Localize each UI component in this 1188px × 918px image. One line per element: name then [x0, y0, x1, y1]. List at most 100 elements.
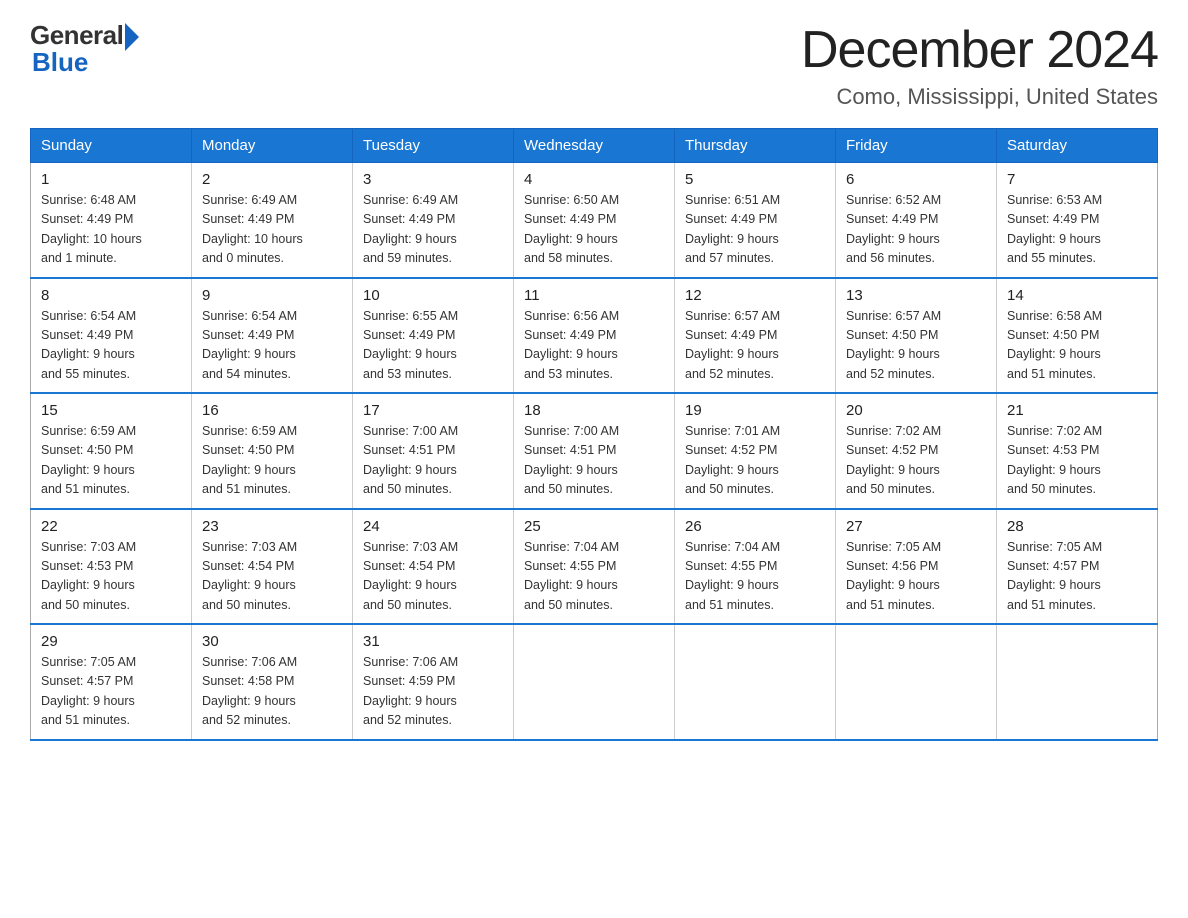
calendar-table: SundayMondayTuesdayWednesdayThursdayFrid… [30, 128, 1158, 741]
day-info: Sunrise: 6:59 AM Sunset: 4:50 PM Dayligh… [41, 422, 181, 500]
day-number: 27 [846, 518, 986, 535]
day-number: 7 [1007, 171, 1147, 188]
day-number: 23 [202, 518, 342, 535]
day-number: 31 [363, 633, 503, 650]
calendar-cell [836, 624, 997, 740]
calendar-cell: 4Sunrise: 6:50 AM Sunset: 4:49 PM Daylig… [514, 163, 675, 278]
calendar-cell: 22 Sunrise: 7:03 AM Sunset: 4:53 PM Dayli… [31, 509, 192, 625]
day-number: 25 [524, 518, 664, 535]
day-info: Sunrise: 6:49 AM Sunset: 4:49 PM Dayligh… [363, 191, 503, 269]
day-number: 9 [202, 287, 342, 304]
page-header: General Blue December 2024 Como, Mississ… [30, 20, 1158, 110]
calendar-cell: 24Sunrise: 7:03 AM Sunset: 4:54 PM Dayli… [353, 509, 514, 625]
day-number: 26 [685, 518, 825, 535]
calendar-cell [675, 624, 836, 740]
day-info: Sunrise: 7:05 AM Sunset: 4:57 PM Dayligh… [1007, 538, 1147, 616]
calendar-cell: 17 Sunrise: 7:00 AM Sunset: 4:51 PM Dayli… [353, 393, 514, 509]
day-info: Sunrise: 6:53 AM Sunset: 4:49 PM Dayligh… [1007, 191, 1147, 269]
calendar-week-row: 1Sunrise: 6:48 AM Sunset: 4:49 PM Daylig… [31, 163, 1158, 278]
day-info: Sunrise: 6:51 AM Sunset: 4:49 PM Dayligh… [685, 191, 825, 269]
calendar-cell: 6 Sunrise: 6:52 AM Sunset: 4:49 PM Daylig… [836, 163, 997, 278]
day-number: 2 [202, 171, 342, 188]
calendar-cell: 19 Sunrise: 7:01 AM Sunset: 4:52 PM Dayli… [675, 393, 836, 509]
calendar-cell: 30 Sunrise: 7:06 AM Sunset: 4:58 PM Dayli… [192, 624, 353, 740]
calendar-week-row: 22 Sunrise: 7:03 AM Sunset: 4:53 PM Dayli… [31, 509, 1158, 625]
day-info: Sunrise: 7:05 AM Sunset: 4:56 PM Dayligh… [846, 538, 986, 616]
day-number: 30 [202, 633, 342, 650]
calendar-cell: 3 Sunrise: 6:49 AM Sunset: 4:49 PM Daylig… [353, 163, 514, 278]
logo-blue-text: Blue [32, 47, 88, 78]
day-number: 13 [846, 287, 986, 304]
day-number: 6 [846, 171, 986, 188]
day-number: 19 [685, 402, 825, 419]
day-number: 21 [1007, 402, 1147, 419]
weekday-header-tuesday: Tuesday [353, 129, 514, 163]
day-info: Sunrise: 7:02 AM Sunset: 4:53 PM Dayligh… [1007, 422, 1147, 500]
day-info: Sunrise: 7:04 AM Sunset: 4:55 PM Dayligh… [524, 538, 664, 616]
month-title: December 2024 [801, 20, 1158, 80]
calendar-cell: 27 Sunrise: 7:05 AM Sunset: 4:56 PM Dayli… [836, 509, 997, 625]
day-number: 12 [685, 287, 825, 304]
day-info: Sunrise: 6:57 AM Sunset: 4:50 PM Dayligh… [846, 307, 986, 385]
day-number: 14 [1007, 287, 1147, 304]
day-info: Sunrise: 7:01 AM Sunset: 4:52 PM Dayligh… [685, 422, 825, 500]
calendar-cell: 5 Sunrise: 6:51 AM Sunset: 4:49 PM Daylig… [675, 163, 836, 278]
calendar-cell: 15 Sunrise: 6:59 AM Sunset: 4:50 PM Dayli… [31, 393, 192, 509]
logo: General Blue [30, 20, 139, 78]
calendar-cell: 18 Sunrise: 7:00 AM Sunset: 4:51 PM Dayli… [514, 393, 675, 509]
calendar-cell: 10Sunrise: 6:55 AM Sunset: 4:49 PM Dayli… [353, 278, 514, 394]
day-info: Sunrise: 6:56 AM Sunset: 4:49 PM Dayligh… [524, 307, 664, 385]
day-info: Sunrise: 7:06 AM Sunset: 4:58 PM Dayligh… [202, 653, 342, 731]
calendar-cell: 16Sunrise: 6:59 AM Sunset: 4:50 PM Dayli… [192, 393, 353, 509]
calendar-cell: 8Sunrise: 6:54 AM Sunset: 4:49 PM Daylig… [31, 278, 192, 394]
weekday-header-row: SundayMondayTuesdayWednesdayThursdayFrid… [31, 129, 1158, 163]
day-number: 28 [1007, 518, 1147, 535]
calendar-week-row: 8Sunrise: 6:54 AM Sunset: 4:49 PM Daylig… [31, 278, 1158, 394]
day-info: Sunrise: 6:54 AM Sunset: 4:49 PM Dayligh… [41, 307, 181, 385]
day-number: 22 [41, 518, 181, 535]
day-info: Sunrise: 7:03 AM Sunset: 4:54 PM Dayligh… [202, 538, 342, 616]
day-number: 1 [41, 171, 181, 188]
day-info: Sunrise: 7:00 AM Sunset: 4:51 PM Dayligh… [524, 422, 664, 500]
calendar-cell: 20 Sunrise: 7:02 AM Sunset: 4:52 PM Dayli… [836, 393, 997, 509]
calendar-cell: 13 Sunrise: 6:57 AM Sunset: 4:50 PM Dayli… [836, 278, 997, 394]
weekday-header-monday: Monday [192, 129, 353, 163]
calendar-cell: 29 Sunrise: 7:05 AM Sunset: 4:57 PM Dayli… [31, 624, 192, 740]
day-number: 15 [41, 402, 181, 419]
day-info: Sunrise: 7:04 AM Sunset: 4:55 PM Dayligh… [685, 538, 825, 616]
day-number: 20 [846, 402, 986, 419]
day-number: 11 [524, 287, 664, 304]
day-number: 24 [363, 518, 503, 535]
day-info: Sunrise: 6:58 AM Sunset: 4:50 PM Dayligh… [1007, 307, 1147, 385]
day-number: 17 [363, 402, 503, 419]
calendar-cell: 25 Sunrise: 7:04 AM Sunset: 4:55 PM Dayli… [514, 509, 675, 625]
weekday-header-friday: Friday [836, 129, 997, 163]
weekday-header-thursday: Thursday [675, 129, 836, 163]
weekday-header-sunday: Sunday [31, 129, 192, 163]
day-info: Sunrise: 6:52 AM Sunset: 4:49 PM Dayligh… [846, 191, 986, 269]
day-info: Sunrise: 7:03 AM Sunset: 4:53 PM Dayligh… [41, 538, 181, 616]
calendar-cell: 9Sunrise: 6:54 AM Sunset: 4:49 PM Daylig… [192, 278, 353, 394]
day-number: 18 [524, 402, 664, 419]
day-info: Sunrise: 7:05 AM Sunset: 4:57 PM Dayligh… [41, 653, 181, 731]
weekday-header-saturday: Saturday [997, 129, 1158, 163]
calendar-cell: 28 Sunrise: 7:05 AM Sunset: 4:57 PM Dayli… [997, 509, 1158, 625]
day-number: 10 [363, 287, 503, 304]
day-info: Sunrise: 7:06 AM Sunset: 4:59 PM Dayligh… [363, 653, 503, 731]
day-number: 29 [41, 633, 181, 650]
title-block: December 2024 Como, Mississippi, United … [801, 20, 1158, 110]
calendar-cell: 26 Sunrise: 7:04 AM Sunset: 4:55 PM Dayli… [675, 509, 836, 625]
day-number: 3 [363, 171, 503, 188]
calendar-cell [997, 624, 1158, 740]
day-info: Sunrise: 6:59 AM Sunset: 4:50 PM Dayligh… [202, 422, 342, 500]
logo-triangle-icon [125, 23, 139, 51]
day-info: Sunrise: 7:00 AM Sunset: 4:51 PM Dayligh… [363, 422, 503, 500]
day-info: Sunrise: 7:02 AM Sunset: 4:52 PM Dayligh… [846, 422, 986, 500]
calendar-cell: 1Sunrise: 6:48 AM Sunset: 4:49 PM Daylig… [31, 163, 192, 278]
calendar-cell: 31 Sunrise: 7:06 AM Sunset: 4:59 PM Dayli… [353, 624, 514, 740]
day-number: 5 [685, 171, 825, 188]
calendar-cell [514, 624, 675, 740]
calendar-cell: 11 Sunrise: 6:56 AM Sunset: 4:49 PM Dayli… [514, 278, 675, 394]
day-info: Sunrise: 6:57 AM Sunset: 4:49 PM Dayligh… [685, 307, 825, 385]
calendar-week-row: 29 Sunrise: 7:05 AM Sunset: 4:57 PM Dayli… [31, 624, 1158, 740]
